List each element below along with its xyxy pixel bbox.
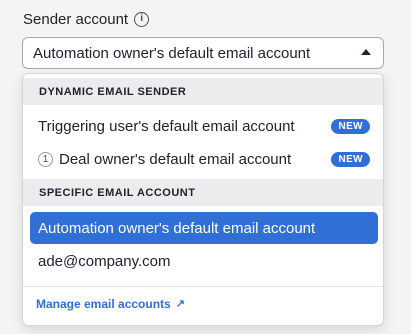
select-value: Automation owner's default email account (33, 44, 311, 62)
section-header-dynamic: DYNAMIC EMAIL SENDER (23, 78, 383, 105)
option-label: Automation owner's default email account (38, 219, 316, 237)
external-link-icon: ↗ (175, 297, 185, 310)
divider (23, 286, 383, 287)
option-triggering-user[interactable]: Triggering user's default email account … (23, 110, 383, 143)
number-badge: 1 (38, 152, 53, 167)
manage-link-label: Manage email accounts (36, 297, 171, 311)
option-automation-owner[interactable]: Automation owner's default email account (30, 212, 378, 244)
sender-account-field: Sender account i Automation owner's defa… (0, 0, 411, 334)
field-label: Sender account i (23, 8, 150, 30)
option-deal-owner[interactable]: 1 Deal owner's default email account NEW (23, 143, 383, 176)
option-ade-email[interactable]: ade@company.com (23, 245, 383, 278)
new-badge: NEW (331, 119, 370, 134)
option-label: ade@company.com (38, 253, 171, 270)
sender-account-select[interactable]: Automation owner's default email account (22, 37, 384, 69)
manage-email-accounts-link[interactable]: Manage email accounts ↗ (36, 297, 185, 311)
option-label: Deal owner's default email account (59, 151, 292, 168)
option-label: Triggering user's default email account (38, 118, 295, 135)
new-badge: NEW (331, 152, 370, 167)
info-icon[interactable]: i (134, 11, 150, 27)
caret-up-icon[interactable] (361, 49, 371, 55)
field-label-text: Sender account (23, 10, 129, 28)
section-header-specific: SPECIFIC EMAIL ACCOUNT (23, 179, 383, 206)
sender-account-dropdown: DYNAMIC EMAIL SENDER Triggering user's d… (22, 73, 384, 326)
